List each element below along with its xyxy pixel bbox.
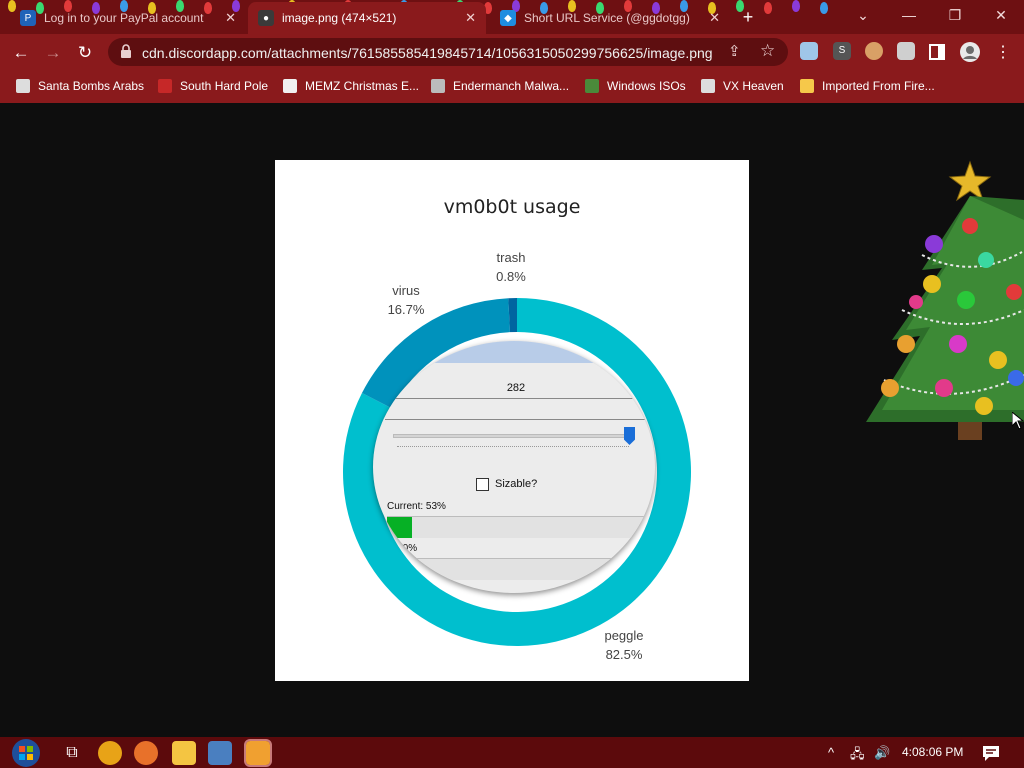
progress-bar-second: [387, 558, 649, 580]
address-bar[interactable]: cdn.discordapp.com/attachments/761585585…: [108, 38, 788, 66]
tab-label: Log in to your PayPal account: [44, 11, 204, 25]
url-text: cdn.discordapp.com/attachments/761585585…: [142, 45, 713, 61]
embedded-dialog-screenshot: 282 Sizable? Current: 53% ...l: 20%: [373, 341, 655, 593]
bookmark-favicon-icon: [431, 79, 445, 93]
back-button[interactable]: ←: [8, 40, 34, 66]
flag-icon[interactable]: [800, 42, 818, 60]
bookmark-item[interactable]: Endermanch Malwa...: [431, 76, 569, 96]
paypal-icon: P: [20, 10, 36, 26]
bookmark-item[interactable]: MEMZ Christmas E...: [283, 76, 419, 96]
tab-label: Short URL Service (@ggdotgg): [524, 11, 690, 25]
bookmark-item[interactable]: Windows ISOs: [585, 76, 686, 96]
reload-button[interactable]: ↻: [72, 40, 98, 66]
lock-icon[interactable]: [120, 44, 132, 58]
globe-icon: ●: [258, 10, 274, 26]
minimize-button[interactable]: —: [886, 0, 932, 30]
light-bulb: [764, 2, 772, 14]
short-url-icon: ◆: [500, 10, 516, 26]
bookmark-favicon-icon: [585, 79, 599, 93]
bookmark-label: Imported From Fire...: [822, 79, 935, 93]
mouse-cursor: [1012, 412, 1024, 430]
tab-image[interactable]: ● image.png (474×521) ✕: [248, 2, 486, 34]
close-icon[interactable]: ✕: [465, 10, 476, 26]
divider: [385, 419, 647, 420]
sizable-checkbox: [476, 478, 489, 491]
slice-label-virus: virus 16.7%: [375, 281, 437, 319]
start-button[interactable]: [10, 737, 42, 768]
avatar-extension-icon[interactable]: [865, 42, 883, 60]
bookmark-favicon-icon: [158, 79, 172, 93]
slice-percent: 0.8%: [496, 269, 526, 284]
bookmark-item[interactable]: VX Heaven: [701, 76, 784, 96]
tab-search-button[interactable]: ⌄: [840, 0, 886, 30]
taskbar: ⧉ ^ 🖧 🔊 4:08:06 PM: [0, 737, 1024, 768]
tab-strip: P Log in to your PayPal account ✕ ● imag…: [0, 0, 1024, 34]
tab-short-url[interactable]: ◆ Short URL Service (@ggdotgg) ✕: [490, 2, 730, 34]
app-icon[interactable]: [244, 739, 272, 767]
toolbar: ← → ↻ cdn.discordapp.com/attachments/761…: [0, 34, 1024, 70]
share-icon[interactable]: ⇪: [728, 42, 741, 60]
restore-button[interactable]: ❐: [932, 0, 978, 30]
menu-kebab-icon[interactable]: ⋮: [990, 40, 1016, 66]
extension-s-icon[interactable]: S: [833, 42, 851, 60]
bookmark-favicon-icon: [701, 79, 715, 93]
bookmark-label: Windows ISOs: [607, 79, 686, 93]
bookmark-label: South Hard Pole: [180, 79, 269, 93]
bookmark-label: MEMZ Christmas E...: [305, 79, 420, 93]
slice-name: trash: [496, 250, 526, 265]
tab-paypal[interactable]: P Log in to your PayPal account ✕: [10, 2, 246, 34]
progress-fill: [387, 517, 412, 538]
bookmark-item[interactable]: South Hard Pole: [158, 76, 268, 96]
christmas-tree-decoration: [866, 160, 1024, 440]
slice-name: peggle: [604, 628, 644, 643]
close-icon[interactable]: ✕: [709, 10, 720, 26]
progress-label-current: Current: 53%: [387, 501, 446, 512]
folder-icon: [800, 79, 814, 93]
dialog-titlebar: [373, 341, 655, 363]
slice-name: virus: [392, 283, 420, 298]
bookmark-star-icon[interactable]: ☆: [760, 41, 775, 61]
bookmark-label: VX Heaven: [723, 79, 784, 93]
light-bulb: [820, 2, 828, 14]
bookmark-favicon-icon: [16, 79, 30, 93]
progress-label-second: ...l: 20%: [381, 543, 418, 554]
bookmarks-bar: Santa Bombs Arabs South Hard Pole MEMZ C…: [0, 70, 1024, 100]
volume-icon[interactable]: 🔊: [874, 745, 890, 761]
file-explorer-icon[interactable]: [172, 741, 196, 765]
bookmark-item[interactable]: Imported From Fire...: [800, 76, 935, 96]
side-panel-icon[interactable]: [929, 44, 945, 60]
bookmark-label: Endermanch Malwa...: [453, 79, 570, 93]
slider-thumb: [624, 427, 635, 445]
sizable-label: Sizable?: [495, 478, 538, 490]
slice-label-trash: trash 0.8%: [481, 248, 541, 286]
bookmark-item[interactable]: Santa Bombs Arabs: [16, 76, 144, 96]
chrome-icon[interactable]: [98, 741, 122, 765]
slice-percent: 82.5%: [605, 647, 643, 662]
virtualbox-icon[interactable]: [208, 741, 232, 765]
light-bulb: [792, 0, 800, 12]
close-icon[interactable]: ✕: [225, 10, 236, 26]
profile-icon[interactable]: [959, 41, 981, 63]
slider-track: [393, 434, 629, 438]
tray-chevron-icon[interactable]: ^: [828, 745, 834, 760]
task-view-icon[interactable]: ⧉: [60, 741, 84, 765]
progress-fill: [387, 559, 414, 580]
firefox-icon[interactable]: [134, 741, 158, 765]
forward-button[interactable]: →: [40, 40, 66, 66]
progress-bar-current: [387, 516, 649, 538]
network-icon[interactable]: 🖧: [850, 745, 865, 767]
bookmark-label: Santa Bombs Arabs: [38, 79, 145, 93]
number-field: 282: [385, 377, 647, 399]
notifications-icon[interactable]: [982, 744, 1000, 762]
tab-label: image.png (474×521): [282, 11, 397, 25]
new-tab-button[interactable]: +: [738, 6, 758, 28]
slice-label-peggle: peggle 82.5%: [593, 626, 655, 664]
browser-chrome: P Log in to your PayPal account ✕ ● imag…: [0, 0, 1024, 103]
slider-ticks: [397, 446, 629, 450]
slice-percent: 16.7%: [387, 302, 425, 317]
bookmark-favicon-icon: [283, 79, 297, 93]
close-window-button[interactable]: ✕: [978, 0, 1024, 30]
puzzle-icon[interactable]: [897, 42, 915, 60]
clock[interactable]: 4:08:06 PM: [902, 745, 963, 759]
